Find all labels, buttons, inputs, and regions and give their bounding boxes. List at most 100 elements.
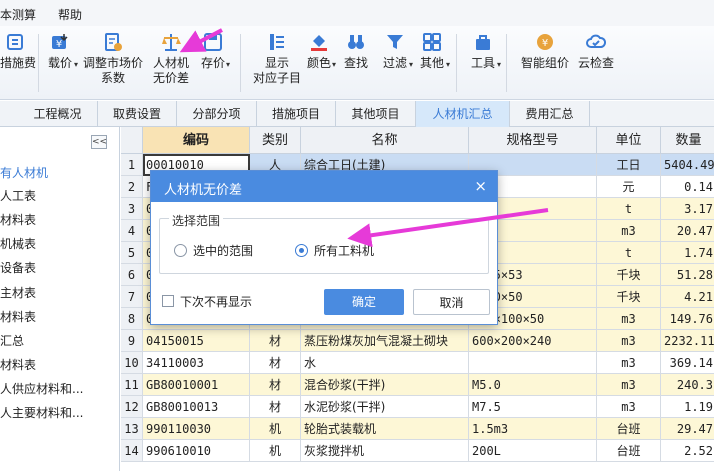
cell-name[interactable]: 水泥砂浆(干拌) — [301, 396, 469, 418]
cell-type[interactable]: 材 — [250, 396, 301, 418]
cell-type[interactable]: 材 — [250, 352, 301, 374]
menu-item-help[interactable]: 帮助 — [58, 6, 82, 23]
cell-code[interactable]: 34110003 — [143, 352, 250, 374]
tree-item[interactable]: 人供应材料和... — [0, 380, 118, 398]
cell-type[interactable]: 材 — [250, 330, 301, 352]
cell-code[interactable]: 990110030 — [143, 418, 250, 440]
dropdown-caret-icon[interactable]: ▾ — [332, 60, 336, 69]
radio-all-materials[interactable] — [295, 244, 308, 257]
cell-qty[interactable]: 4.21 — [661, 286, 714, 308]
cell-code[interactable]: GB80010001 — [143, 374, 250, 396]
cell-unit[interactable]: 千块 — [597, 286, 661, 308]
tab-6[interactable]: 费用汇总 — [510, 101, 590, 127]
toolbar-button-cloud-check[interactable]: 云检查 — [576, 32, 616, 98]
cell-type[interactable]: 材 — [250, 374, 301, 396]
cell-unit[interactable]: m3 — [597, 308, 661, 330]
table-row[interactable]: 11 GB80010001 材混合砂浆(干拌) M5.0 m3 240.3 — [121, 374, 714, 396]
cell-qty[interactable]: 240.3 — [661, 374, 714, 396]
cell-spec[interactable]: M7.5 — [469, 396, 597, 418]
cell-code[interactable]: 990610010 — [143, 440, 250, 462]
ok-button[interactable]: 确定 — [324, 289, 404, 315]
tree-item[interactable]: 机械表 — [0, 235, 118, 253]
cell-unit[interactable]: m3 — [597, 330, 661, 352]
column-header[interactable]: 类别 — [250, 127, 301, 154]
cell-qty[interactable]: 1.19 — [661, 396, 714, 418]
tab-5[interactable]: 人材机汇总 — [416, 101, 510, 127]
tree-item[interactable]: 设备表 — [0, 259, 118, 277]
cell-unit[interactable]: m3 — [597, 396, 661, 418]
cell-type[interactable]: 机 — [250, 418, 301, 440]
dropdown-caret-icon[interactable]: ▾ — [446, 60, 450, 69]
column-header[interactable]: 名称 — [301, 127, 469, 154]
radio-selected-range-label[interactable]: 选中的范围 — [193, 242, 253, 259]
cell-name[interactable]: 混合砂浆(干拌) — [301, 374, 469, 396]
cell-name[interactable]: 灰浆搅拌机 — [301, 440, 469, 462]
column-header[interactable]: 规格型号 — [469, 127, 597, 154]
cell-unit[interactable]: t — [597, 242, 661, 264]
cell-qty[interactable]: 3.17 — [661, 198, 714, 220]
dont-show-again-label[interactable]: 下次不再显示 — [180, 293, 252, 310]
tab-4[interactable]: 其他项目 — [336, 101, 416, 127]
cell-type[interactable]: 机 — [250, 440, 301, 462]
toolbar-button-filter[interactable]: 过滤 ▾ — [379, 32, 413, 98]
cell-spec[interactable] — [469, 352, 597, 374]
toolbar-button-binoculars[interactable]: 查找 — [340, 32, 372, 98]
cell-name[interactable]: 轮胎式装载机 — [301, 418, 469, 440]
cell-spec[interactable]: 200L — [469, 440, 597, 462]
tab-0[interactable]: 工程概况 — [18, 101, 98, 127]
cell-spec[interactable]: 600×200×240 — [469, 330, 597, 352]
table-row[interactable]: 9 04150015 材蒸压粉煤灰加气混凝土砌块 600×200×240 m3 2232.… — [121, 330, 714, 352]
tree-item[interactable]: 材料表 — [0, 211, 118, 229]
radio-selected-range[interactable] — [174, 244, 187, 257]
table-row[interactable]: 14 990610010 机灰浆搅拌机 200L 台班 2.52 — [121, 440, 714, 462]
cell-qty[interactable]: 29.47 — [661, 418, 714, 440]
cell-unit[interactable]: m3 — [597, 220, 661, 242]
cell-qty[interactable]: 0.14 — [661, 176, 714, 198]
cell-qty[interactable]: 51.28 — [661, 264, 714, 286]
toolbar-button-show-subitem[interactable]: 显示 对应子目 — [250, 32, 304, 98]
dropdown-caret-icon[interactable]: ▾ — [497, 60, 501, 69]
cell-unit[interactable]: 台班 — [597, 440, 661, 462]
tree-item[interactable]: 有人材机 — [0, 164, 118, 182]
cell-code[interactable]: GB80010013 — [143, 396, 250, 418]
cell-qty[interactable]: 20.47 — [661, 220, 714, 242]
cell-unit[interactable]: 工日 — [597, 154, 661, 176]
tree-item[interactable]: 材料表 — [0, 308, 118, 326]
toolbar-button-adjust-coefficient[interactable]: 调整市场价 系数 — [80, 32, 146, 98]
toolbar-button-grid[interactable]: 其他 ▾ — [416, 32, 450, 98]
tab-3[interactable]: 措施项目 — [257, 101, 336, 127]
dont-show-again-checkbox[interactable] — [162, 295, 174, 307]
tree-item[interactable]: 主材表 — [0, 284, 118, 302]
cell-unit[interactable]: m3 — [597, 374, 661, 396]
cell-unit[interactable]: m3 — [597, 352, 661, 374]
cell-qty[interactable]: 2.52 — [661, 440, 714, 462]
toolbar-button-fee[interactable]: 措施费 — [0, 32, 36, 98]
toolbar-button-scale[interactable]: 人材机 无价差 — [150, 32, 192, 98]
cell-name[interactable]: 水 — [301, 352, 469, 374]
cell-qty[interactable]: 369.14 — [661, 352, 714, 374]
column-header[interactable]: 编码 — [143, 127, 250, 154]
toolbar-button-load-price[interactable]: ¥ 载价 ▾ — [44, 32, 78, 98]
menu-item-estimate[interactable]: 本测算 — [0, 6, 36, 23]
tree-item[interactable]: 人工表 — [0, 187, 118, 205]
cell-spec[interactable]: 1.5m3 — [469, 418, 597, 440]
table-row[interactable]: 13 990110030 机轮胎式装载机 1.5m3 台班 29.47 — [121, 418, 714, 440]
cell-spec[interactable]: M5.0 — [469, 374, 597, 396]
tab-1[interactable]: 取费设置 — [98, 101, 177, 127]
cell-unit[interactable]: t — [597, 198, 661, 220]
cell-unit[interactable]: 台班 — [597, 418, 661, 440]
cell-unit[interactable]: 千块 — [597, 264, 661, 286]
tree-item[interactable]: 材料表 — [0, 356, 118, 374]
collapse-tree-button[interactable]: << — [91, 135, 107, 149]
toolbar-button-paint-bucket[interactable]: 颜色 ▾ — [304, 32, 336, 98]
column-header[interactable]: 单位 — [597, 127, 661, 154]
toolbar-button-save-price[interactable]: 存价 ▾ — [198, 32, 230, 98]
close-icon[interactable]: × — [474, 177, 487, 195]
cell-qty[interactable]: 2232.11 — [661, 330, 714, 352]
tree-item[interactable]: 汇总 — [0, 332, 118, 350]
tab-2[interactable]: 分部分项 — [177, 101, 257, 127]
cell-qty[interactable]: 5404.49 — [661, 154, 714, 176]
cell-unit[interactable]: 元 — [597, 176, 661, 198]
toolbar-button-smart-price[interactable]: ¥ 智能组价 — [516, 32, 574, 98]
dropdown-caret-icon[interactable]: ▾ — [226, 60, 230, 69]
